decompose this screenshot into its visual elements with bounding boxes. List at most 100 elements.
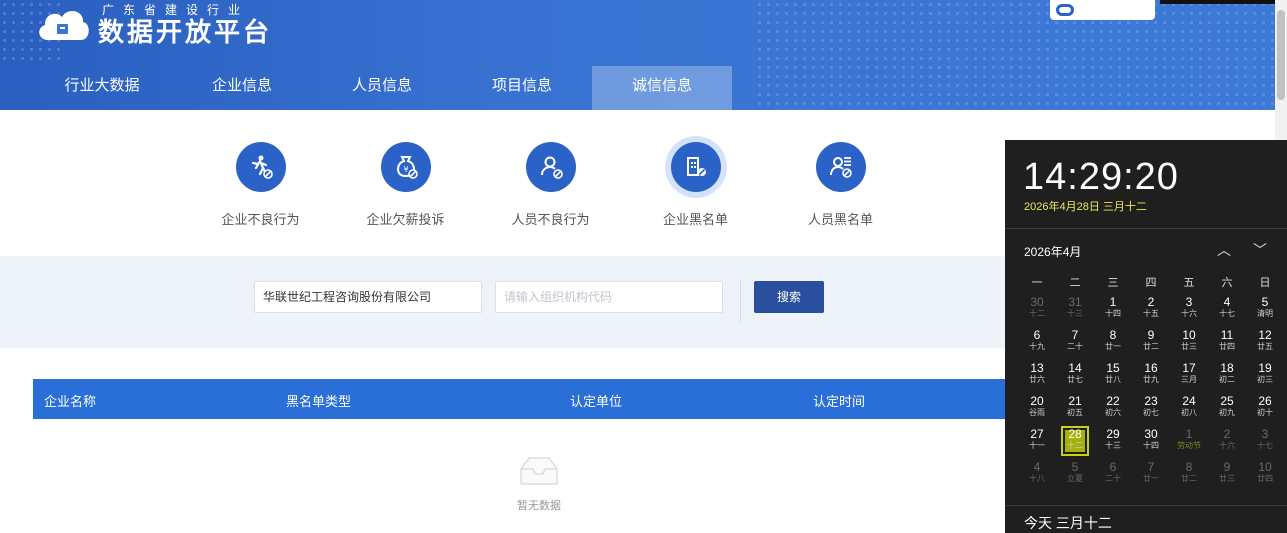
calendar-day[interactable]: 8 廿二 bbox=[1170, 459, 1208, 489]
scrollbar-thumb[interactable] bbox=[1277, 10, 1285, 100]
calendar-day[interactable]: 10 廿四 bbox=[1246, 459, 1284, 489]
lunar-date: 谷雨 bbox=[1029, 408, 1045, 417]
day-number: 30 bbox=[1030, 295, 1044, 309]
calendar-day[interactable]: 4 十七 bbox=[1208, 294, 1246, 324]
calendar-day[interactable]: 27 十一 bbox=[1018, 426, 1056, 456]
day-number: 7 bbox=[1071, 328, 1079, 342]
calendar-day[interactable]: 1 劳动节 bbox=[1170, 426, 1208, 456]
category-personnel-blacklist[interactable]: 人员黑名单 bbox=[768, 142, 913, 228]
category-label: 企业不良行为 bbox=[221, 212, 300, 227]
lunar-date: 十八 bbox=[1029, 474, 1045, 483]
category-enterprise-blacklist[interactable]: 企业黑名单 bbox=[623, 142, 768, 228]
calendar-day[interactable]: 3 十六 bbox=[1170, 294, 1208, 324]
day-number: 22 bbox=[1106, 394, 1120, 408]
calendar-day[interactable]: 20 谷雨 bbox=[1018, 393, 1056, 423]
nav-item-project-info[interactable]: 项目信息 bbox=[452, 66, 592, 110]
calendar-day[interactable]: 8 廿一 bbox=[1094, 327, 1132, 357]
calendar-day[interactable]: 19 初三 bbox=[1246, 360, 1284, 390]
calendar-day[interactable]: 1 十四 bbox=[1094, 294, 1132, 324]
calendar-day[interactable]: 21 初五 bbox=[1056, 393, 1094, 423]
category-enterprise-bad-behavior[interactable]: 企业不良行为 bbox=[188, 142, 333, 228]
today-label[interactable]: 今天 三月十二 bbox=[1024, 513, 1112, 533]
ring-icon bbox=[1056, 4, 1074, 16]
calendar-day[interactable]: 30 十四 bbox=[1132, 426, 1170, 456]
lunar-date: 清明 bbox=[1257, 309, 1273, 318]
calendar-day[interactable]: 9 廿二 bbox=[1132, 327, 1170, 357]
calendar-day[interactable]: 12 廿五 bbox=[1246, 327, 1284, 357]
category-wage-complaint[interactable]: ¥ 企业欠薪投诉 bbox=[333, 142, 478, 228]
blacklist-table-header: 企业名称 黑名单类型 认定单位 认定时间 bbox=[33, 379, 1005, 419]
column-header-date: 认定时间 bbox=[813, 394, 866, 409]
day-number: 13 bbox=[1030, 361, 1044, 375]
day-number: 26 bbox=[1258, 394, 1272, 408]
category-personnel-bad-behavior[interactable]: 人员不良行为 bbox=[478, 142, 623, 228]
calendar-day[interactable]: 5 立夏 bbox=[1056, 459, 1094, 489]
calendar-day[interactable]: 4 十八 bbox=[1018, 459, 1056, 489]
calendar-day[interactable]: 31 十三 bbox=[1056, 294, 1094, 324]
calendar-day[interactable]: 6 十九 bbox=[1018, 327, 1056, 357]
top-badge[interactable] bbox=[1050, 0, 1155, 20]
day-number: 6 bbox=[1033, 328, 1041, 342]
lunar-date: 廿二 bbox=[1143, 342, 1159, 351]
calendar-day[interactable]: 16 廿九 bbox=[1132, 360, 1170, 390]
nav-item-industry-data[interactable]: 行业大数据 bbox=[32, 66, 172, 110]
nav-item-enterprise-info[interactable]: 企业信息 bbox=[172, 66, 312, 110]
calendar-day[interactable]: 13 廿六 bbox=[1018, 360, 1056, 390]
lunar-date: 廿一 bbox=[1143, 474, 1159, 483]
calendar-day[interactable]: 26 初十 bbox=[1246, 393, 1284, 423]
calendar-day[interactable]: 2 十六 bbox=[1208, 426, 1246, 456]
calendar-day[interactable]: 11 廿四 bbox=[1208, 327, 1246, 357]
day-number: 8 bbox=[1109, 328, 1117, 342]
calendar-day[interactable]: 7 二十 bbox=[1056, 327, 1094, 357]
calendar-day[interactable]: 10 廿三 bbox=[1170, 327, 1208, 357]
org-code-input[interactable]: 请输入组织机构代码 bbox=[495, 281, 723, 313]
lunar-date: 十六 bbox=[1181, 309, 1197, 318]
calendar-day[interactable]: 18 初二 bbox=[1208, 360, 1246, 390]
category-label: 企业黑名单 bbox=[662, 212, 728, 227]
lunar-date: 廿三 bbox=[1219, 474, 1235, 483]
category-label: 人员黑名单 bbox=[807, 212, 873, 227]
lunar-date: 二十 bbox=[1105, 474, 1121, 483]
calendar-day[interactable]: 5 清明 bbox=[1246, 294, 1284, 324]
day-number: 25 bbox=[1220, 394, 1234, 408]
lunar-date: 十五 bbox=[1143, 309, 1159, 318]
calendar-day[interactable]: 29 十三 bbox=[1094, 426, 1132, 456]
lunar-date: 初八 bbox=[1181, 408, 1197, 417]
day-number: 5 bbox=[1261, 295, 1269, 309]
calendar-day[interactable]: 23 初七 bbox=[1132, 393, 1170, 423]
lunar-date: 初六 bbox=[1105, 408, 1121, 417]
calendar-day[interactable]: 22 初六 bbox=[1094, 393, 1132, 423]
calendar-day[interactable]: 7 廿一 bbox=[1132, 459, 1170, 489]
day-number: 5 bbox=[1071, 460, 1079, 474]
nav-item-personnel-info[interactable]: 人员信息 bbox=[312, 66, 452, 110]
calendar-day[interactable]: 30 十二 bbox=[1018, 294, 1056, 324]
building-ban-icon bbox=[686, 157, 706, 176]
calendar-day[interactable]: 15 廿八 bbox=[1094, 360, 1132, 390]
svg-text:¥: ¥ bbox=[403, 165, 408, 174]
calendar-day[interactable]: 14 廿七 bbox=[1056, 360, 1094, 390]
chevron-up-icon[interactable]: ︿ bbox=[1217, 240, 1231, 260]
weekday-header: 日 bbox=[1259, 277, 1271, 289]
chevron-down-icon[interactable]: ﹀ bbox=[1253, 240, 1267, 260]
day-number: 16 bbox=[1144, 361, 1158, 375]
calendar-day[interactable]: 6 二十 bbox=[1094, 459, 1132, 489]
day-number: 6 bbox=[1109, 460, 1117, 474]
flyout-divider bbox=[1005, 228, 1287, 229]
calendar-day[interactable]: 3 十七 bbox=[1246, 426, 1284, 456]
calendar-day-today[interactable]: 28 十二 bbox=[1056, 426, 1094, 456]
clock-date-link[interactable]: 2026年4月28日 三月十二 bbox=[1024, 198, 1147, 214]
calendar-day[interactable]: 2 十五 bbox=[1132, 294, 1170, 324]
nav-item-credit-info[interactable]: 诚信信息 bbox=[592, 66, 732, 110]
company-name-input[interactable]: 华联世纪工程咨询股份有限公司 bbox=[254, 281, 482, 313]
column-header-blacklist-type: 黑名单类型 bbox=[286, 394, 352, 409]
site-logo[interactable]: 广东省建设行业 数据开放平台 bbox=[34, 2, 272, 48]
calendar-month-label[interactable]: 2026年4月 bbox=[1024, 243, 1081, 260]
credit-categories: 企业不良行为 ¥ 企业欠薪投诉 人员不良行为 企业黑名单 人员黑名单 bbox=[188, 142, 913, 228]
calendar-day[interactable]: 9 廿三 bbox=[1208, 459, 1246, 489]
calendar-day[interactable]: 25 初九 bbox=[1208, 393, 1246, 423]
calendar-day[interactable]: 24 初八 bbox=[1170, 393, 1208, 423]
calendar-day[interactable]: 17 三月 bbox=[1170, 360, 1208, 390]
search-button[interactable]: 搜索 bbox=[754, 281, 824, 313]
lunar-date: 初二 bbox=[1219, 375, 1235, 384]
weekday-header: 三 bbox=[1107, 277, 1119, 289]
